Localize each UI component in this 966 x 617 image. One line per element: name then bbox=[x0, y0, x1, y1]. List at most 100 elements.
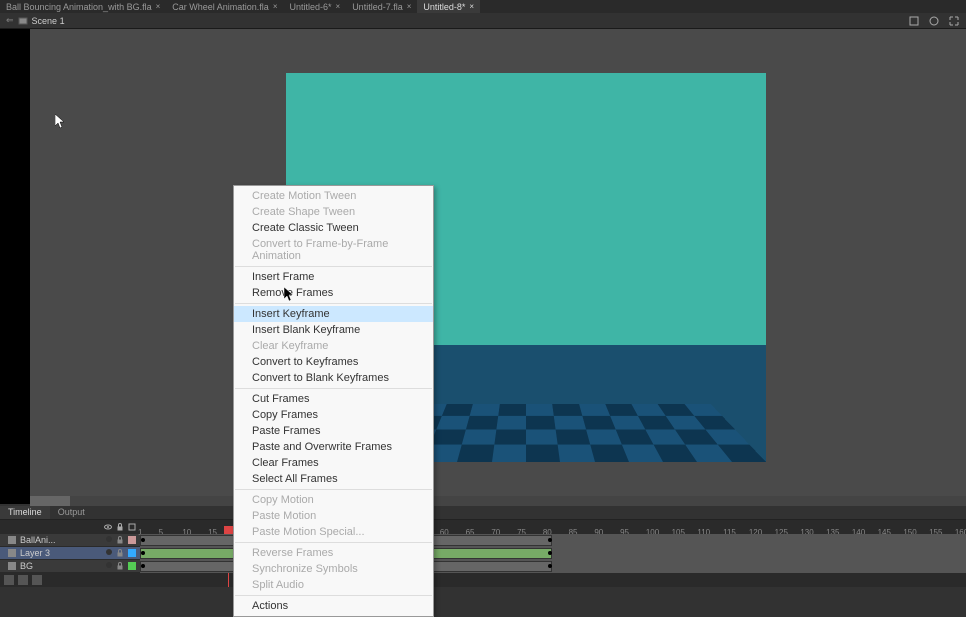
layer-row[interactable]: Layer 3 bbox=[0, 547, 966, 560]
lock-icon[interactable] bbox=[116, 549, 124, 557]
scene-controls bbox=[908, 15, 960, 27]
tab-label: Car Wheel Animation.fla bbox=[172, 2, 269, 12]
lock-icon[interactable] bbox=[116, 562, 124, 570]
document-tab[interactable]: Untitled-6* × bbox=[283, 0, 346, 13]
layer-icon bbox=[8, 536, 16, 544]
lock-icon[interactable] bbox=[116, 523, 124, 531]
keyframe[interactable] bbox=[548, 564, 552, 568]
close-icon[interactable]: × bbox=[469, 2, 474, 11]
layer-name-area[interactable]: Layer 3 bbox=[0, 548, 140, 558]
menu-item[interactable]: Actions bbox=[234, 598, 433, 614]
layer-name-area[interactable]: BallAni... bbox=[0, 535, 140, 545]
tab-timeline[interactable]: Timeline bbox=[0, 506, 50, 519]
close-icon[interactable]: × bbox=[407, 2, 412, 11]
tab-label: Ball Bouncing Animation_with BG.fla bbox=[6, 2, 152, 12]
delete-layer-icon[interactable] bbox=[32, 575, 42, 585]
menu-item[interactable]: Paste and Overwrite Frames bbox=[234, 439, 433, 455]
layer-name: Layer 3 bbox=[20, 548, 50, 558]
edit-symbols-icon[interactable] bbox=[928, 15, 940, 27]
horizontal-scrollbar[interactable] bbox=[30, 496, 966, 506]
menu-item[interactable]: Remove Frames bbox=[234, 285, 433, 301]
keyframe[interactable] bbox=[141, 564, 145, 568]
outline-color[interactable] bbox=[128, 562, 136, 570]
menu-separator bbox=[235, 388, 432, 389]
keyframe[interactable] bbox=[141, 538, 145, 542]
back-icon[interactable]: ⇐ bbox=[6, 15, 14, 26]
menu-separator bbox=[235, 595, 432, 596]
menu-item: Create Motion Tween bbox=[234, 188, 433, 204]
tab-label: Untitled-7.fla bbox=[352, 2, 403, 12]
layer-toggles bbox=[106, 562, 140, 570]
menu-item[interactable]: Insert Blank Keyframe bbox=[234, 322, 433, 338]
outline-color[interactable] bbox=[128, 549, 136, 557]
menu-separator bbox=[235, 489, 432, 490]
new-folder-icon[interactable] bbox=[18, 575, 28, 585]
keyframe[interactable] bbox=[548, 551, 552, 555]
scrollbar-thumb[interactable] bbox=[30, 496, 70, 506]
panel-tabs: Timeline Output bbox=[0, 506, 966, 520]
menu-item[interactable]: Create Classic Tween bbox=[234, 220, 433, 236]
tab-label: Untitled-8* bbox=[423, 2, 465, 12]
layers-footer bbox=[0, 573, 966, 587]
layer-name: BG bbox=[20, 561, 33, 571]
menu-item[interactable]: Clear Frames bbox=[234, 455, 433, 471]
menu-item: Copy Motion bbox=[234, 492, 433, 508]
menu-separator bbox=[235, 303, 432, 304]
menu-item[interactable]: Paste Frames bbox=[234, 423, 433, 439]
timeline-panel: Timeline Output 151015202530354045505560… bbox=[0, 506, 966, 604]
lock-icon[interactable] bbox=[116, 536, 124, 544]
menu-item[interactable]: Cut Frames bbox=[234, 391, 433, 407]
stage-area[interactable] bbox=[0, 29, 966, 504]
outline-icon[interactable] bbox=[128, 523, 136, 531]
menu-item: Paste Motion Special... bbox=[234, 524, 433, 540]
timeline-context-menu: Create Motion TweenCreate Shape TweenCre… bbox=[233, 185, 434, 617]
eye-icon[interactable] bbox=[104, 523, 112, 531]
edit-scene-icon[interactable] bbox=[908, 15, 920, 27]
tab-label: Untitled-6* bbox=[289, 2, 331, 12]
close-icon[interactable]: × bbox=[273, 2, 278, 11]
layer-name-area[interactable]: BG bbox=[0, 561, 140, 571]
close-icon[interactable]: × bbox=[156, 2, 161, 11]
layer-row[interactable]: BallAni... bbox=[0, 534, 966, 547]
scene-name[interactable]: Scene 1 bbox=[32, 16, 65, 26]
visibility-toggle[interactable] bbox=[106, 549, 112, 555]
zoom-icon[interactable] bbox=[948, 15, 960, 27]
layer-toggles bbox=[106, 536, 140, 544]
menu-item: Synchronize Symbols bbox=[234, 561, 433, 577]
menu-item[interactable]: Insert Frame bbox=[234, 269, 433, 285]
layer-row[interactable]: BG bbox=[0, 560, 966, 573]
menu-separator bbox=[235, 542, 432, 543]
menu-item: Convert to Frame-by-Frame Animation bbox=[234, 236, 433, 264]
new-layer-icon[interactable] bbox=[4, 575, 14, 585]
document-tab[interactable]: Car Wheel Animation.fla × bbox=[166, 0, 283, 13]
visibility-toggle[interactable] bbox=[106, 562, 112, 568]
stage-margin bbox=[0, 29, 30, 504]
keyframe[interactable] bbox=[548, 538, 552, 542]
menu-item[interactable]: Convert to Blank Keyframes bbox=[234, 370, 433, 386]
menu-item: Create Shape Tween bbox=[234, 204, 433, 220]
document-tab[interactable]: Untitled-8* × bbox=[417, 0, 480, 13]
scene-bar: ⇐ Scene 1 bbox=[0, 13, 966, 29]
menu-item: Split Audio bbox=[234, 577, 433, 593]
menu-item[interactable]: Convert to Keyframes bbox=[234, 354, 433, 370]
layer-header-controls bbox=[0, 523, 140, 531]
menu-item[interactable]: Insert Keyframe bbox=[234, 306, 433, 322]
scene-icon bbox=[18, 16, 28, 26]
menu-separator bbox=[235, 266, 432, 267]
layer-name: BallAni... bbox=[20, 535, 56, 545]
close-icon[interactable]: × bbox=[336, 2, 341, 11]
menu-item[interactable]: Copy Frames bbox=[234, 407, 433, 423]
document-tab[interactable]: Ball Bouncing Animation_with BG.fla × bbox=[0, 0, 166, 13]
layer-toggles bbox=[106, 549, 140, 557]
keyframe[interactable] bbox=[141, 551, 145, 555]
layers-list: BallAni... Layer 3 bbox=[0, 534, 966, 573]
outline-color[interactable] bbox=[128, 536, 136, 544]
menu-item: Reverse Frames bbox=[234, 545, 433, 561]
mouse-cursor-icon bbox=[55, 114, 67, 130]
document-tab[interactable]: Untitled-7.fla × bbox=[346, 0, 417, 13]
document-tab-bar: Ball Bouncing Animation_with BG.fla × Car… bbox=[0, 0, 966, 13]
visibility-toggle[interactable] bbox=[106, 536, 112, 542]
menu-item[interactable]: Select All Frames bbox=[234, 471, 433, 487]
layer-icon bbox=[8, 549, 16, 557]
tab-output[interactable]: Output bbox=[50, 506, 93, 519]
